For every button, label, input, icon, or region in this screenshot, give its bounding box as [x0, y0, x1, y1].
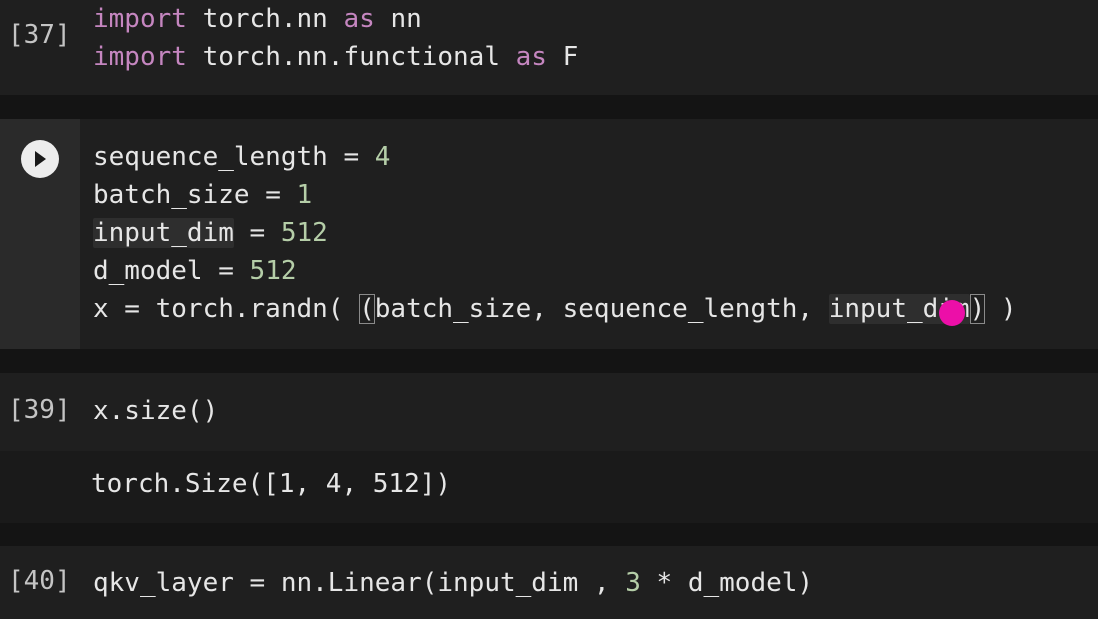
keyword: import	[93, 42, 187, 72]
code-cell-setup[interactable]: sequence_length = 4 batch_size = 1 input…	[0, 119, 1098, 349]
play-icon	[35, 151, 46, 167]
code-text: * d_model)	[640, 568, 814, 598]
code-text: x = torch.randn(	[93, 294, 360, 324]
keyword: as	[343, 4, 375, 34]
code-editor[interactable]: sequence_length = 4 batch_size = 1 input…	[93, 138, 1017, 328]
alias-name: nn	[390, 4, 422, 34]
run-cell-button[interactable]	[21, 140, 59, 178]
operator: =	[343, 142, 360, 172]
cell-output: torch.Size([1, 4, 512])	[0, 451, 1098, 523]
matched-bracket: (	[359, 294, 375, 324]
module-name: torch.nn	[202, 4, 328, 34]
code-editor[interactable]: x.size()	[93, 392, 218, 430]
output-text: torch.Size([1, 4, 512])	[91, 465, 451, 503]
code-cell-size[interactable]: [39] x.size()	[0, 373, 1098, 451]
module-name: torch.nn.functional	[202, 42, 500, 72]
number-literal: 3	[625, 568, 641, 598]
code-cell-imports[interactable]: [37] import torch.nn as nn import torch.…	[0, 0, 1098, 95]
operator: =	[265, 180, 281, 210]
execution-count: [40]	[8, 566, 71, 596]
number-literal: 4	[374, 142, 391, 172]
output-value: torch.Size([1, 4, 512])	[91, 469, 452, 499]
variable-name: batch_size	[93, 180, 250, 210]
execution-count: [39]	[8, 395, 71, 425]
code-text: qkv_layer = nn.Linear(input_dim ,	[93, 568, 626, 598]
matched-bracket: )	[969, 294, 986, 324]
code-cell-linear[interactable]: [40] qkv_layer = nn.Linear(input_dim , 3…	[0, 546, 1098, 619]
variable-name: d_model	[93, 256, 203, 286]
code-editor[interactable]: qkv_layer = nn.Linear(input_dim , 3 * d_…	[93, 564, 813, 602]
number-literal: 512	[249, 256, 297, 286]
variable-name: sequence_length	[93, 142, 328, 172]
code-text: x.size()	[93, 396, 219, 426]
number-literal: 512	[280, 218, 328, 248]
execution-count: [37]	[8, 20, 71, 50]
code-editor[interactable]: import torch.nn as nn import torch.nn.fu…	[93, 0, 578, 76]
mouse-cursor-indicator	[939, 300, 965, 326]
keyword: import	[93, 4, 187, 34]
alias-name: F	[562, 42, 579, 72]
operator: =	[249, 218, 266, 248]
keyword: as	[515, 42, 547, 72]
code-text: )	[985, 294, 1017, 324]
code-text: batch_size, sequence_length,	[374, 294, 829, 324]
operator: =	[218, 256, 234, 286]
number-literal: 1	[296, 180, 313, 210]
variable-name-highlighted: input_dim	[93, 218, 234, 248]
